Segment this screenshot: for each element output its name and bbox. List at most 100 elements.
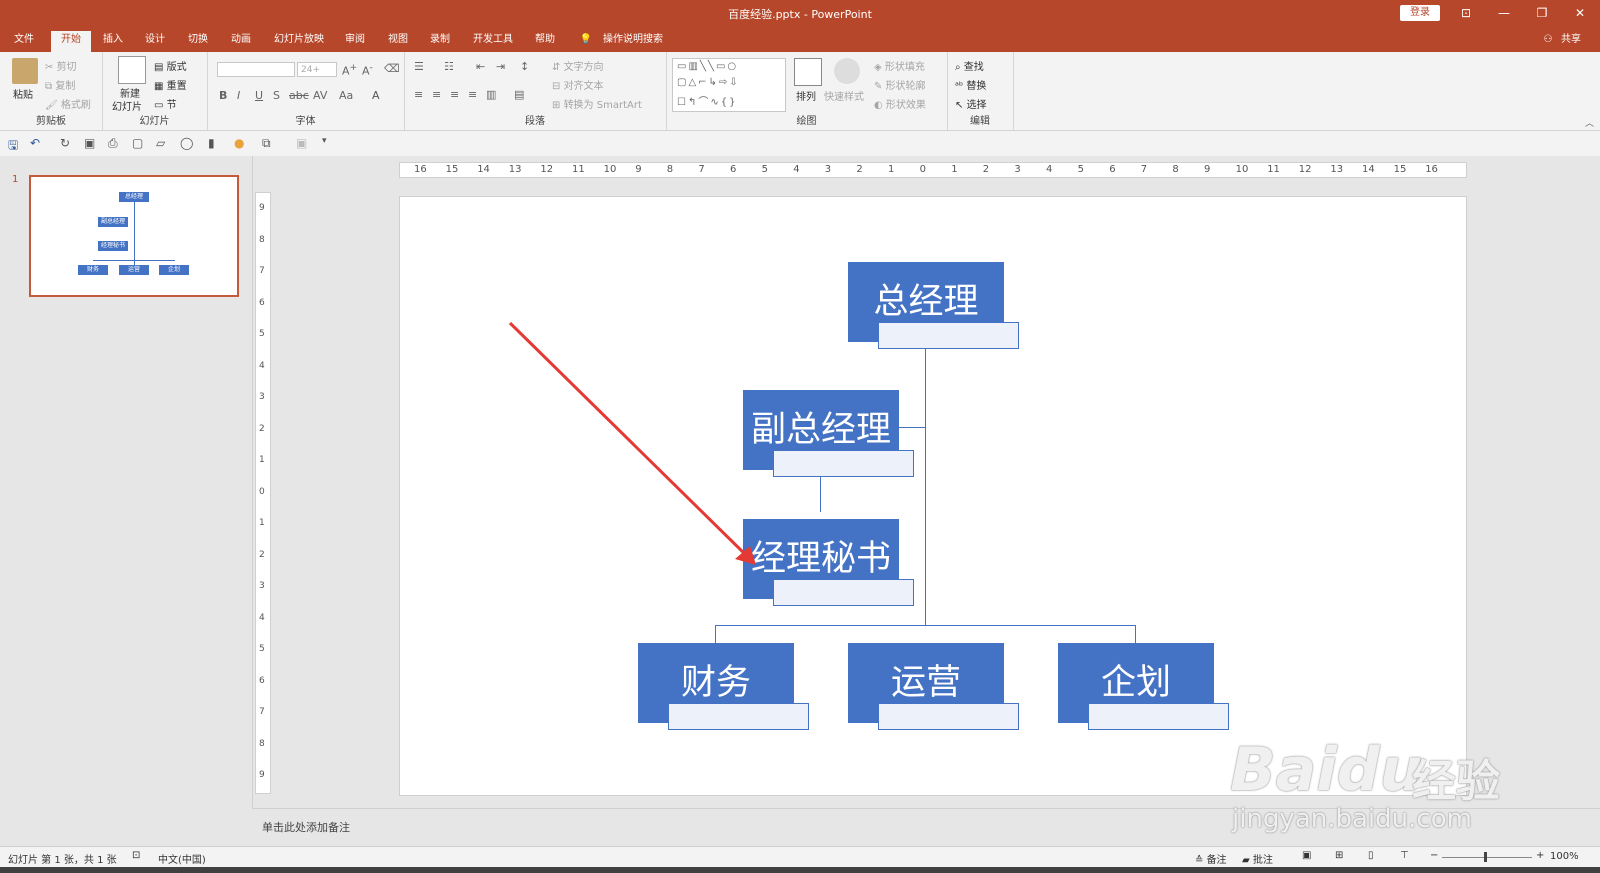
group-icon[interactable]: ▣ [296, 136, 307, 150]
collapse-ribbon-icon[interactable]: ︿ [1585, 116, 1594, 129]
comment-icon[interactable]: ▱ [156, 136, 165, 150]
ruler-v-label: 8 [259, 234, 265, 245]
reading-view-icon[interactable]: ▯ [1368, 850, 1374, 861]
zoom-slider[interactable] [1442, 857, 1532, 858]
align-left-icon[interactable]: ≡ [414, 88, 423, 101]
reset-button[interactable]: ▦ 重置 [154, 77, 187, 92]
slideshow-icon[interactable]: ▣ [84, 136, 95, 150]
section-button[interactable]: ▭ 节 [154, 96, 177, 111]
print-icon[interactable]: ⎙ [108, 136, 118, 151]
customize-qat-icon[interactable]: ▾ [322, 136, 327, 146]
slideshow-view-icon[interactable]: ⊤ [1400, 850, 1409, 861]
tab-view[interactable]: 视图 [383, 31, 413, 52]
shadow-button[interactable]: S [273, 89, 280, 102]
clear-format-icon[interactable]: ⌫ [384, 62, 400, 75]
align-center-icon[interactable]: ≡ [432, 88, 441, 101]
increase-indent-icon[interactable]: ⇥ [496, 60, 505, 73]
char-spacing-button[interactable]: AV [313, 89, 327, 102]
spellcheck-icon[interactable]: ⊡ [132, 850, 140, 861]
quick-styles-button[interactable]: 快速样式 [824, 88, 864, 103]
font-name-combo[interactable] [217, 62, 295, 77]
shape-icon[interactable]: ▢ [132, 136, 143, 150]
language-indicator[interactable]: 中文(中国) [158, 851, 206, 866]
minimize-button[interactable]: — [1494, 4, 1514, 22]
bullets-icon[interactable]: ☰ [414, 60, 424, 73]
columns-icon[interactable]: ▤ [514, 88, 524, 101]
shrink-font-icon[interactable]: A- [362, 62, 373, 78]
tab-file[interactable]: 文件 [10, 31, 38, 52]
strikethrough-button[interactable]: abc [289, 89, 309, 102]
smartart-button[interactable]: ⊞ 转换为 SmartArt [552, 96, 642, 111]
zoom-level[interactable]: 100% [1550, 851, 1579, 862]
font-size-combo[interactable]: 24+ [297, 62, 337, 77]
zoom-slider-thumb[interactable] [1484, 852, 1487, 862]
cut-button[interactable]: ✂ 剪切 [45, 58, 77, 73]
italic-button[interactable]: I [237, 89, 240, 102]
paragraph-group-label: 段落 [525, 116, 545, 127]
select-button[interactable]: ↖ 选择 [955, 96, 987, 111]
notes-button[interactable]: ≙ 备注 [1195, 851, 1227, 866]
normal-view-icon[interactable]: ▣ [1302, 850, 1311, 861]
distributed-icon[interactable]: ▥ [486, 88, 496, 101]
tell-me-search[interactable]: 操作说明搜索 [598, 31, 668, 52]
login-button[interactable]: 登录 [1400, 5, 1440, 21]
replace-button[interactable]: ᵃᵇ 替换 [955, 77, 986, 92]
bold-button[interactable]: B [219, 89, 227, 102]
tab-home[interactable]: 开始 [51, 31, 91, 52]
ruler-h-label: 2 [856, 164, 863, 175]
zoom-in-icon[interactable]: + [1536, 850, 1544, 861]
decrease-indent-icon[interactable]: ⇤ [476, 60, 485, 73]
slide-canvas[interactable]: 总经理 副总经理 经理秘书 财务 运营 企划 [399, 196, 1467, 796]
arrange-small-icon[interactable]: ⧉ [262, 136, 271, 151]
save-icon[interactable]: 🖫 [8, 136, 18, 157]
fill-color-icon[interactable]: ● [234, 136, 244, 150]
close-button[interactable]: ✕ [1570, 4, 1590, 22]
arrange-button[interactable]: 排列 [796, 88, 816, 103]
tab-transitions[interactable]: 切换 [183, 31, 213, 52]
slide-sorter-icon[interactable]: ⊞ [1335, 850, 1343, 861]
format-icon[interactable]: ▮ [208, 136, 215, 150]
ribbon-display-icon[interactable]: ⊡ [1456, 4, 1476, 22]
ruler-h-label: 3 [1014, 164, 1021, 175]
shapes-gallery[interactable]: ▭▥╲╲▭○ ▢△⌐↳⇨⇩ ☐↰⌒∿{} [672, 58, 786, 112]
tab-review[interactable]: 审阅 [340, 31, 370, 52]
ruler-v-label: 1 [259, 455, 265, 465]
change-case-button[interactable]: Aa [339, 89, 353, 102]
underline-button[interactable]: U [255, 89, 263, 102]
shape-fill-button[interactable]: ◈ 形状填充 [874, 58, 925, 73]
align-text-button[interactable]: ⊟ 对齐文本 [552, 77, 604, 92]
tab-animations[interactable]: 动画 [226, 31, 256, 52]
ruler-v-label: 6 [259, 675, 265, 686]
tab-design[interactable]: 设计 [140, 31, 170, 52]
redo-icon[interactable]: ↻ [60, 136, 70, 150]
tab-help[interactable]: 帮助 [530, 31, 560, 52]
shape-outline-button[interactable]: ✎ 形状轮廓 [874, 77, 926, 92]
tab-slideshow[interactable]: 幻灯片放映 [270, 31, 328, 52]
undo-icon[interactable]: ↶ [30, 136, 40, 150]
align-right-icon[interactable]: ≡ [450, 88, 459, 101]
tab-insert[interactable]: 插入 [98, 31, 128, 52]
shape-effects-button[interactable]: ◐ 形状效果 [874, 96, 926, 111]
tab-developer[interactable]: 开发工具 [468, 31, 518, 52]
shapes-icon[interactable]: ◯ [180, 136, 193, 150]
justify-icon[interactable]: ≡ [468, 88, 477, 101]
grow-font-icon[interactable]: A+ [342, 62, 357, 78]
tab-record[interactable]: 录制 [425, 31, 455, 52]
line-spacing-icon[interactable]: ↕ [520, 60, 529, 73]
restore-button[interactable]: ❐ [1532, 4, 1552, 22]
copy-button[interactable]: ⧉ 复制 [45, 77, 75, 92]
paste-button[interactable]: 粘贴 [13, 86, 33, 101]
find-button[interactable]: ⌕ 查找 [955, 58, 984, 73]
slide-thumbnail[interactable]: 总经理 副总经理 经理秘书 财务 运营 企划 [29, 175, 239, 297]
ruler-h-label: 13 [508, 164, 522, 175]
zoom-out-icon[interactable]: − [1430, 850, 1438, 861]
text-direction-button[interactable]: ⇵ 文字方向 [552, 58, 604, 73]
font-color-button[interactable]: A [372, 89, 380, 102]
format-painter-button[interactable]: 🖌 格式刷 [45, 96, 91, 111]
layout-button[interactable]: ▤ 版式 [154, 58, 187, 73]
ruler-h-label: 5 [761, 164, 768, 175]
share-button[interactable]: 共享 [1556, 31, 1586, 52]
shape-fill-label: 形状填充 [884, 62, 925, 73]
comments-button[interactable]: ▰ 批注 [1242, 851, 1273, 866]
numbering-icon[interactable]: ☷ [444, 60, 454, 73]
